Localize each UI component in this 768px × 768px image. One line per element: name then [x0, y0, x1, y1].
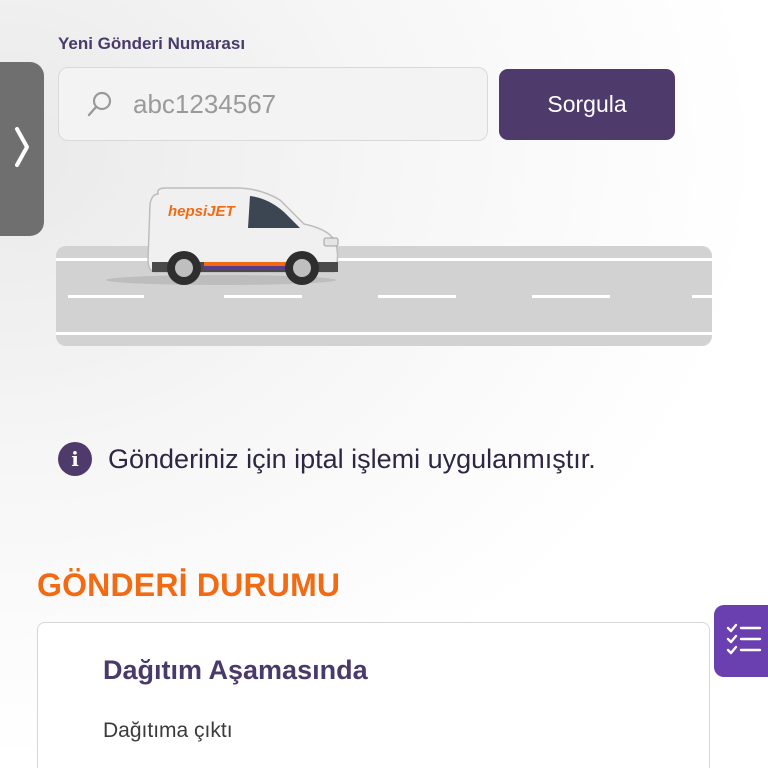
- status-title: Dağıtım Aşamasında: [103, 655, 368, 685]
- delivery-illustration: hepsiJET: [56, 182, 712, 350]
- status-card: Dağıtım Aşamasında Dağıtıma çıktı: [37, 622, 710, 768]
- cancellation-notice: i Gönderiniz için iptal işlemi uygulanmı…: [58, 442, 596, 476]
- van-brand-logo: hepsiJET: [168, 203, 235, 220]
- search-icon: [85, 89, 115, 119]
- shipment-number-input[interactable]: [133, 88, 453, 120]
- info-icon: i: [58, 442, 92, 476]
- shipment-number-label: Yeni Gönderi Numarası: [58, 34, 246, 53]
- side-panel-toggle[interactable]: [0, 62, 44, 236]
- shipment-status-heading: GÖNDERİ DURUMU: [37, 567, 341, 603]
- status-detail: Dağıtıma çıktı: [103, 719, 233, 742]
- notice-text: Gönderiniz için iptal işlemi uygulanmışt…: [108, 443, 596, 474]
- query-button[interactable]: Sorgula: [499, 69, 675, 140]
- search-field[interactable]: [58, 67, 488, 141]
- checklist-button[interactable]: [714, 605, 768, 677]
- checklist-icon: [726, 623, 762, 660]
- chevron-right-icon: [12, 125, 32, 174]
